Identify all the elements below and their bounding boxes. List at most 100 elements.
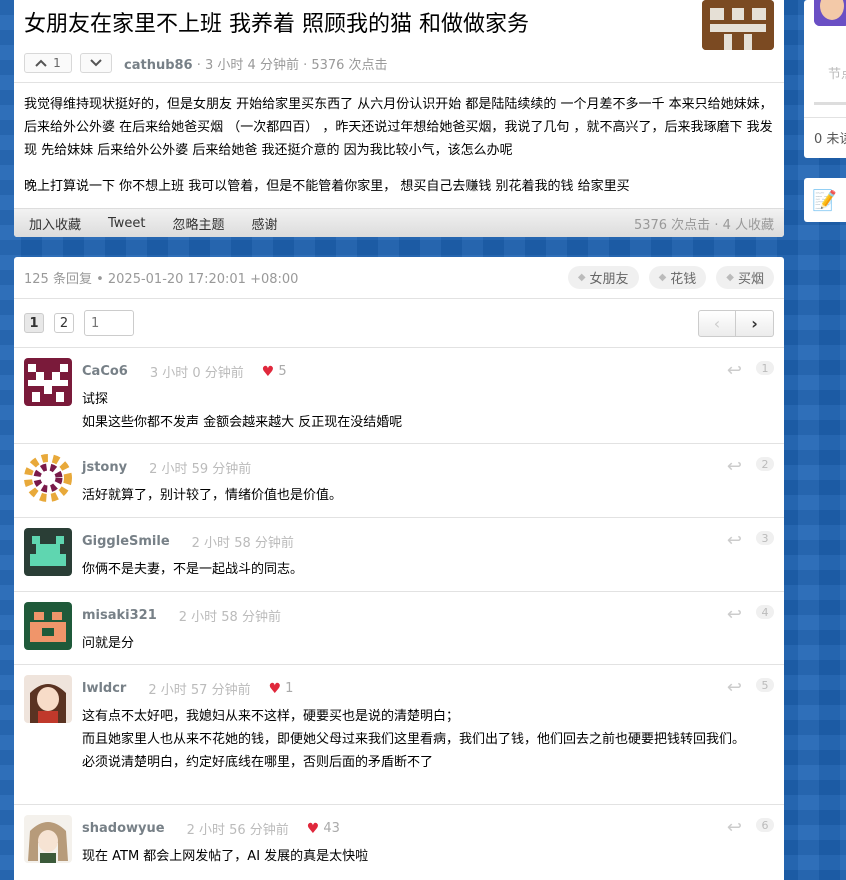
- heart-icon: ♥: [261, 363, 275, 380]
- upvote-button[interactable]: 1: [24, 53, 72, 73]
- floor-number: 3: [756, 531, 774, 545]
- reply-line: 活好就算了，别计较了，情绪价值也是价值。: [82, 488, 343, 503]
- reply-time: 2 小时 56 分钟前: [186, 823, 289, 838]
- reply-count: 125 条回复 • 2025-01-20 17:20:01 +08:00: [24, 272, 299, 287]
- reply-likes: 5: [278, 364, 287, 379]
- reply-username[interactable]: GiggleSmile: [82, 534, 170, 549]
- ignore-topic-link[interactable]: 忽略主题: [173, 214, 225, 233]
- reply-username[interactable]: misaki321: [82, 608, 157, 623]
- reply-likes: 1: [285, 681, 294, 696]
- vote-row: 1 cathub86 · 3 小时 4 分钟前 · 5376 次点击: [24, 53, 388, 73]
- reply-item: CaCo6 3 小时 0 分钟前 ♥ 5 ↩ 1 试探 如果这些你都不发声 金额…: [14, 348, 784, 444]
- reply-content: 现在 ATM 都会上网发帖了，AI 发展的真是太快啦: [82, 845, 772, 868]
- tag-icon: ◆: [726, 272, 734, 283]
- tag-spending[interactable]: ◆ 花钱: [648, 266, 707, 289]
- avatar[interactable]: [24, 602, 72, 650]
- reply-item: misaki321 2 小时 58 分钟前 ↩ 4 问就是分: [14, 592, 784, 665]
- chevron-down-icon: [90, 59, 102, 67]
- reply-time: 2 小时 58 分钟前: [191, 536, 294, 551]
- tag-icon: ◆: [577, 272, 586, 283]
- tag-label: 花钱: [670, 272, 697, 287]
- page-arrows: ‹ ›: [698, 309, 774, 337]
- thanks-link[interactable]: 感谢: [252, 214, 278, 233]
- downvote-button[interactable]: [80, 53, 112, 73]
- reply-time: 2 小时 57 分钟前: [148, 683, 251, 698]
- pagination: 1 2 ‹ ›: [14, 299, 784, 348]
- reply-arrow-icon[interactable]: ↩: [727, 360, 742, 381]
- floor-number: 2: [756, 457, 774, 471]
- reply-username[interactable]: lwldcr: [82, 681, 126, 696]
- replies-box: 125 条回复 • 2025-01-20 17:20:01 +08:00 ◆ 女朋…: [14, 257, 784, 880]
- avatar[interactable]: [24, 454, 72, 502]
- topic-paragraph: 晚上打算说一下 你不想上班 我可以管着，但是不能管着你家里， 想买自己去赚钱 别…: [24, 179, 630, 194]
- reply-arrow-icon[interactable]: ↩: [727, 677, 742, 698]
- sidebar-unread-link[interactable]: 0 未读: [814, 128, 846, 147]
- page-1-link[interactable]: 1: [24, 313, 44, 333]
- reply-username[interactable]: shadowyue: [82, 821, 165, 836]
- topic-footer: 加入收藏 Tweet 忽略主题 感谢 5376 次点击 · 4 人收藏: [14, 208, 784, 237]
- reply-content: 试探 如果这些你都不发声 金额会越来越大 反正现在没结婚呢: [82, 388, 772, 434]
- reply-arrow-icon[interactable]: ↩: [727, 604, 742, 625]
- vote-count: 1: [53, 56, 61, 70]
- chevron-up-icon: [35, 59, 47, 67]
- floor-number: 6: [756, 818, 774, 832]
- sidebar-notes-box: 📝: [804, 178, 846, 222]
- reply-content: 你俩不是夫妻，不是一起战斗的同志。: [82, 558, 772, 581]
- tag-girlfriend[interactable]: ◆ 女朋友: [567, 266, 639, 289]
- floor-number: 4: [756, 605, 774, 619]
- tag-cigarettes[interactable]: ◆ 买烟: [716, 266, 774, 289]
- reply-line: 这有点不太好吧，我媳妇从来不这样，硬要买也是说的清楚明白；: [82, 709, 460, 724]
- reply-content: 这有点不太好吧，我媳妇从来不这样，硬要买也是说的清楚明白； 而且她家里人也从来不…: [82, 705, 772, 774]
- reply-line: 必须说清楚明白，约定好底线在哪里，否则后面的矛盾断不了: [82, 755, 434, 770]
- sidebar-progress: [814, 102, 846, 105]
- topic-stats: 5376 次点击 · 4 人收藏: [633, 217, 774, 233]
- prev-page-button[interactable]: ‹: [698, 309, 736, 337]
- reply-line: 如果这些你都不发声 金额会越来越大 反正现在没结婚呢: [82, 415, 403, 430]
- next-page-button[interactable]: ›: [736, 309, 774, 337]
- sidebar-user-box: 节点 0 未读: [804, 0, 846, 158]
- reply-arrow-icon[interactable]: ↩: [727, 817, 742, 838]
- tag-label: 买烟: [737, 272, 764, 287]
- reply-username[interactable]: jstony: [82, 460, 127, 475]
- tweet-link[interactable]: Tweet: [108, 216, 146, 231]
- reply-line: 试探: [82, 392, 109, 407]
- tag-icon: ◆: [658, 272, 667, 283]
- tag-label: 女朋友: [589, 272, 629, 287]
- reply-line: 你俩不是夫妻，不是一起战斗的同志。: [82, 562, 304, 577]
- reply-content: 问就是分: [82, 632, 772, 655]
- avatar[interactable]: [24, 528, 72, 576]
- page-2-link[interactable]: 2: [54, 313, 74, 333]
- page-jump-input[interactable]: [84, 310, 134, 336]
- heart-icon: ♥: [268, 680, 282, 697]
- reply-time: 3 小时 0 分钟前: [149, 366, 244, 381]
- reply-username[interactable]: CaCo6: [82, 364, 128, 379]
- topic-content: 我觉得维持现状挺好的，但是女朋友 开始给家里买东西了 从六月份认识开始 都是陆陆…: [24, 93, 776, 211]
- reply-item: lwldcr 2 小时 57 分钟前 ♥ 1 ↩ 5 这有点不太好吧，我媳妇从来…: [14, 665, 784, 805]
- topic-paragraph: 我觉得维持现状挺好的，但是女朋友 开始给家里买东西了 从六月份认识开始 都是陆陆…: [24, 97, 773, 158]
- author-avatar[interactable]: [702, 0, 774, 50]
- replies-header: 125 条回复 • 2025-01-20 17:20:01 +08:00 ◆ 女朋…: [14, 257, 784, 299]
- add-favorite-link[interactable]: 加入收藏: [29, 214, 81, 233]
- topic-header-box: 女朋友在家里不上班 我养着 照顾我的猫 和做做家务 1 cathub86 · 3…: [14, 0, 784, 237]
- reply-arrow-icon[interactable]: ↩: [727, 530, 742, 551]
- divider: [14, 82, 784, 83]
- sidebar-nodes-label[interactable]: 节点: [828, 63, 846, 82]
- reply-arrow-icon[interactable]: ↩: [727, 456, 742, 477]
- reply-content: 活好就算了，别计较了，情绪价值也是价值。: [82, 484, 772, 507]
- reply-line: 现在 ATM 都会上网发帖了，AI 发展的真是太快啦: [82, 849, 369, 864]
- avatar[interactable]: [814, 0, 846, 26]
- topic-title: 女朋友在家里不上班 我养着 照顾我的猫 和做做家务: [24, 12, 529, 37]
- reply-item: jstony 2 小时 59 分钟前 ↩ 2 活好就算了，别计较了，情绪价值也是…: [14, 444, 784, 518]
- topic-author-link[interactable]: cathub86: [124, 58, 193, 73]
- avatar[interactable]: [24, 815, 72, 863]
- tag-list: ◆ 女朋友 ◆ 花钱 ◆ 买烟: [567, 266, 774, 289]
- reply-time: 2 小时 59 分钟前: [149, 462, 252, 477]
- avatar[interactable]: [24, 358, 72, 406]
- reply-line: 而且她家里人也从来不花她的钱，即便她父母过来我们这里看病，我们出了钱，他们回去之…: [82, 732, 746, 747]
- avatar[interactable]: [24, 675, 72, 723]
- reply-item: GiggleSmile 2 小时 58 分钟前 ↩ 3 你俩不是夫妻，不是一起战…: [14, 518, 784, 592]
- topic-meta: · 3 小时 4 分钟前 · 5376 次点击: [192, 57, 388, 73]
- floor-number: 1: [756, 361, 774, 375]
- heart-icon: ♥: [306, 820, 320, 837]
- notepad-icon[interactable]: 📝: [812, 188, 837, 212]
